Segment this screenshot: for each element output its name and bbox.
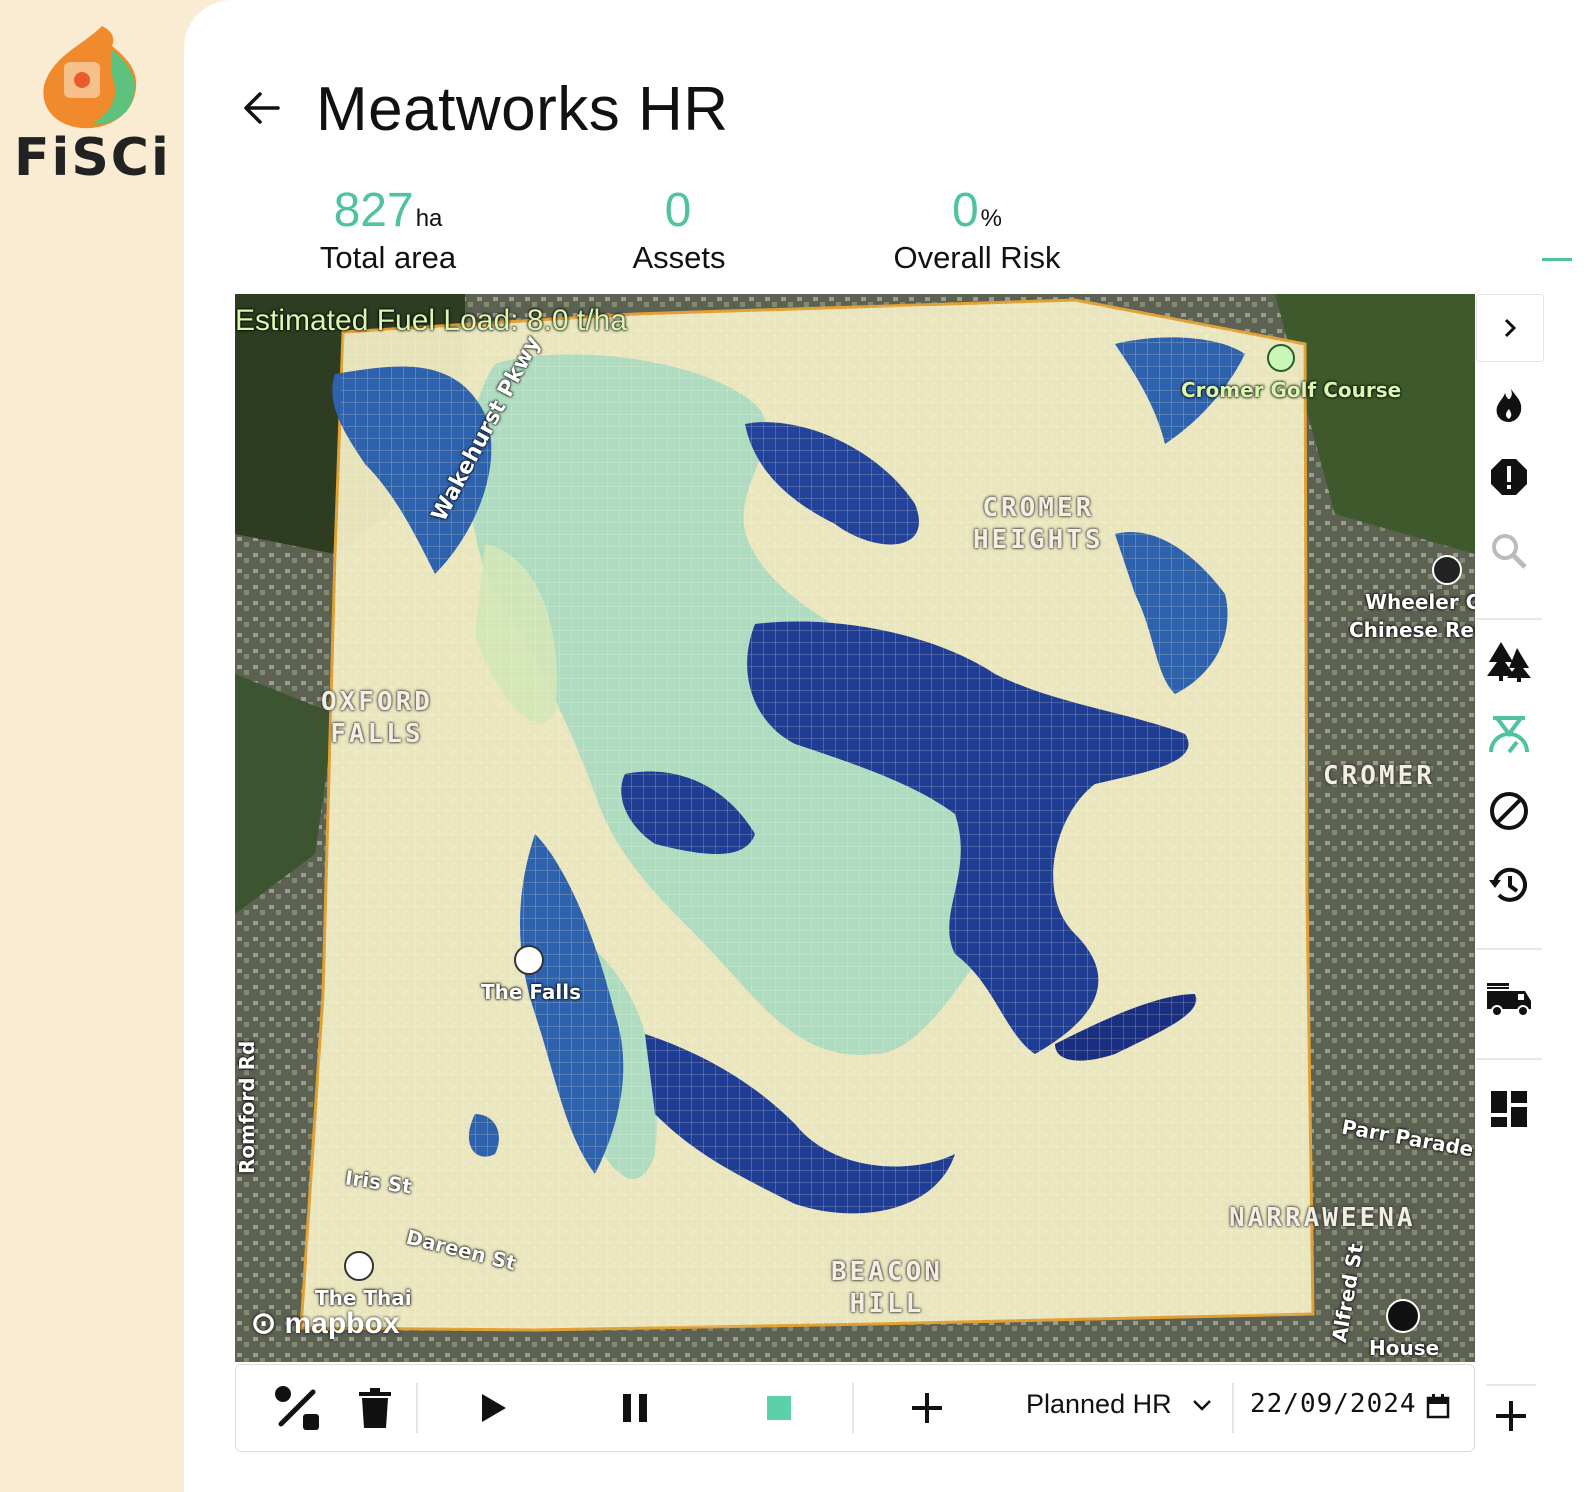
dashboard-button[interactable] (1476, 1076, 1542, 1142)
tab-indicator (1542, 258, 1572, 261)
stat-label: Assets (632, 240, 726, 275)
vertex-edit-icon (275, 1386, 319, 1430)
stat-assets: 0 Assets (624, 182, 734, 276)
mapbox-text: mapbox (284, 1307, 400, 1340)
stop-square-icon (767, 1396, 791, 1420)
suburb-label: OXFORD FALLS (321, 687, 433, 749)
vegetation-button[interactable] (1476, 628, 1542, 694)
pause-button[interactable] (610, 1383, 660, 1433)
plus-icon (1496, 1401, 1526, 1431)
fire-icon (1496, 385, 1522, 422)
fire-truck-icon (1487, 983, 1531, 1017)
search-icon (1492, 534, 1527, 569)
stat-label: Overall Risk (893, 240, 1061, 275)
delete-button[interactable] (350, 1383, 400, 1433)
fire-layer-button[interactable] (1476, 370, 1542, 436)
place-label: Chinese Res (1349, 618, 1475, 642)
fuel-gauge-icon (1489, 716, 1529, 754)
back-arrow-icon[interactable] (240, 86, 284, 130)
fuel-load-label: Estimated Fuel Load: 8.0 t/ha (235, 304, 627, 337)
block-icon (1490, 792, 1528, 830)
suburb-label: NARRAWEENA (1229, 1203, 1416, 1233)
place-label: House (1369, 1336, 1440, 1360)
stat-value: 0 (664, 184, 692, 237)
play-icon (482, 1394, 506, 1422)
mapbox-attribution[interactable]: ⊙ mapbox (251, 1306, 400, 1341)
fuel-load-map[interactable]: Estimated Fuel Load: 8.0 t/ha Cromer Gol… (235, 294, 1475, 1362)
stat-overall-risk: 0% Overall Risk (884, 182, 1070, 276)
add-layer-button[interactable] (1486, 1384, 1536, 1446)
place-label: Cromer Golf Course (1181, 378, 1402, 402)
fuel-grid-overlay (301, 300, 1313, 1330)
edit-shape-button[interactable] (272, 1383, 322, 1433)
plan-type-value: Planned HR (1026, 1389, 1172, 1419)
restaurant-marker-icon[interactable] (344, 1251, 374, 1281)
dashboard-icon (1491, 1091, 1527, 1127)
rail-divider (1476, 948, 1542, 950)
play-button[interactable] (468, 1383, 518, 1433)
stat-total-area: 827ha Total area (306, 182, 470, 276)
restaurant-marker-icon[interactable] (1432, 555, 1462, 585)
alerts-button[interactable] (1476, 444, 1542, 510)
trash-icon (359, 1388, 391, 1428)
fire-truck-button[interactable] (1476, 966, 1542, 1032)
trees-icon (1487, 642, 1531, 682)
exclusion-button[interactable] (1476, 778, 1542, 844)
chevron-down-icon (1192, 1399, 1211, 1411)
plus-icon (912, 1393, 942, 1423)
alert-octagon-icon (1491, 459, 1527, 495)
pause-icon (623, 1394, 647, 1422)
place-label: The Falls (481, 980, 582, 1004)
history-icon (1489, 867, 1527, 902)
collapse-rail-button[interactable] (1476, 294, 1544, 362)
golf-marker-icon[interactable] (1267, 344, 1295, 372)
rail-divider (1476, 1058, 1542, 1060)
suburb-label: CROMER (1323, 761, 1435, 791)
hotel-marker-icon[interactable] (514, 945, 544, 975)
plan-date-input[interactable]: 22/09/2024 (1250, 1389, 1417, 1419)
history-button[interactable] (1476, 852, 1542, 918)
toolbar-divider (416, 1383, 418, 1433)
toolbar-divider (852, 1383, 854, 1433)
calendar-icon[interactable] (1426, 1393, 1450, 1419)
rail-divider (1476, 618, 1542, 620)
stat-value: 827 (333, 184, 414, 237)
place-label: Wheeler Ga (1365, 590, 1475, 614)
suburb-label: CROMER HEIGHTS (973, 493, 1104, 555)
fuel-load-button[interactable] (1476, 702, 1542, 768)
stat-unit: % (980, 205, 1003, 232)
road-label: Romford Rd (235, 1040, 259, 1174)
add-point-button[interactable] (902, 1383, 952, 1433)
map-tool-rail (1476, 294, 1546, 1454)
main-panel: Meatworks HR 827ha Total area 0 Assets 0… (184, 0, 1588, 1492)
stop-button[interactable] (754, 1383, 804, 1433)
info-marker-icon[interactable] (1386, 1299, 1420, 1333)
search-button[interactable] (1476, 518, 1542, 584)
page-title: Meatworks HR (316, 75, 729, 144)
suburb-label: BEACON HILL (831, 1257, 943, 1319)
toolbar-divider (1232, 1383, 1234, 1433)
stat-label: Total area (319, 240, 457, 275)
stat-unit: ha (415, 205, 443, 232)
stat-value: 0 (951, 184, 979, 237)
drawing-toolbar: Planned HR 22/09/2024 (235, 1364, 1475, 1452)
chevron-right-icon (1504, 318, 1517, 338)
fisci-logo-text: FiSCi (14, 128, 171, 188)
app-sidebar: FiSCi (0, 0, 200, 1492)
plan-type-select[interactable]: Planned HR (1026, 1389, 1212, 1420)
